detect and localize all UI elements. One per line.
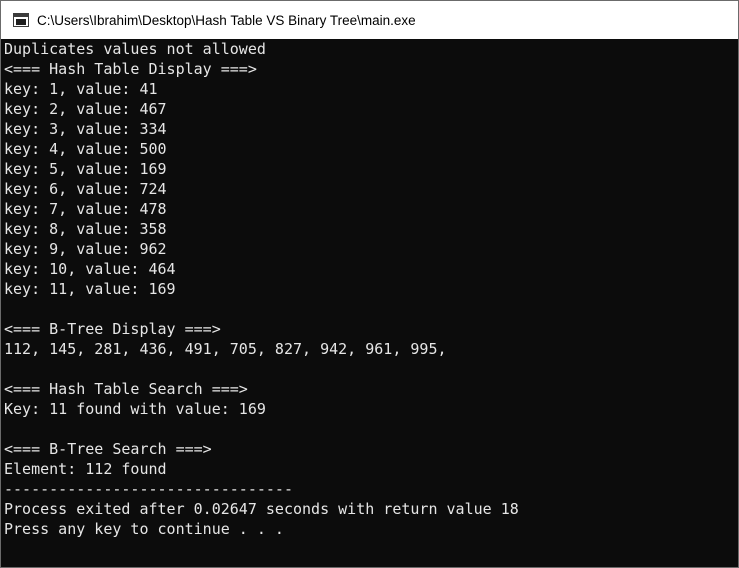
console-line: key: 11, value: 169	[4, 280, 176, 298]
console-line: key: 7, value: 478	[4, 200, 167, 218]
console-line: Element: 112 found	[4, 460, 167, 478]
console-line: <=== Hash Table Search ===>	[4, 380, 248, 398]
window-title: C:\Users\Ibrahim\Desktop\Hash Table VS B…	[37, 12, 416, 28]
console-line: Duplicates values not allowed	[4, 40, 266, 58]
console-line: 112, 145, 281, 436, 491, 705, 827, 942, …	[4, 340, 447, 358]
console-output[interactable]: Duplicates values not allowed <=== Hash …	[1, 39, 738, 567]
console-app-icon	[13, 13, 29, 27]
console-line: Press any key to continue . . .	[4, 520, 284, 538]
console-line: key: 3, value: 334	[4, 120, 167, 138]
console-line: key: 2, value: 467	[4, 100, 167, 118]
console-line: key: 6, value: 724	[4, 180, 167, 198]
console-line: <=== Hash Table Display ===>	[4, 60, 257, 78]
console-line: key: 5, value: 169	[4, 160, 167, 178]
console-line: <=== B-Tree Display ===>	[4, 320, 221, 338]
console-line: key: 1, value: 41	[4, 80, 158, 98]
console-line: --------------------------------	[4, 480, 293, 498]
title-bar[interactable]: C:\Users\Ibrahim\Desktop\Hash Table VS B…	[1, 1, 738, 39]
console-line: key: 10, value: 464	[4, 260, 176, 278]
console-line: <=== B-Tree Search ===>	[4, 440, 212, 458]
console-line: Key: 11 found with value: 169	[4, 400, 266, 418]
console-window: C:\Users\Ibrahim\Desktop\Hash Table VS B…	[0, 0, 739, 568]
console-line: key: 4, value: 500	[4, 140, 167, 158]
console-line: key: 8, value: 358	[4, 220, 167, 238]
console-line: key: 9, value: 962	[4, 240, 167, 258]
console-line: Process exited after 0.02647 seconds wit…	[4, 500, 519, 518]
